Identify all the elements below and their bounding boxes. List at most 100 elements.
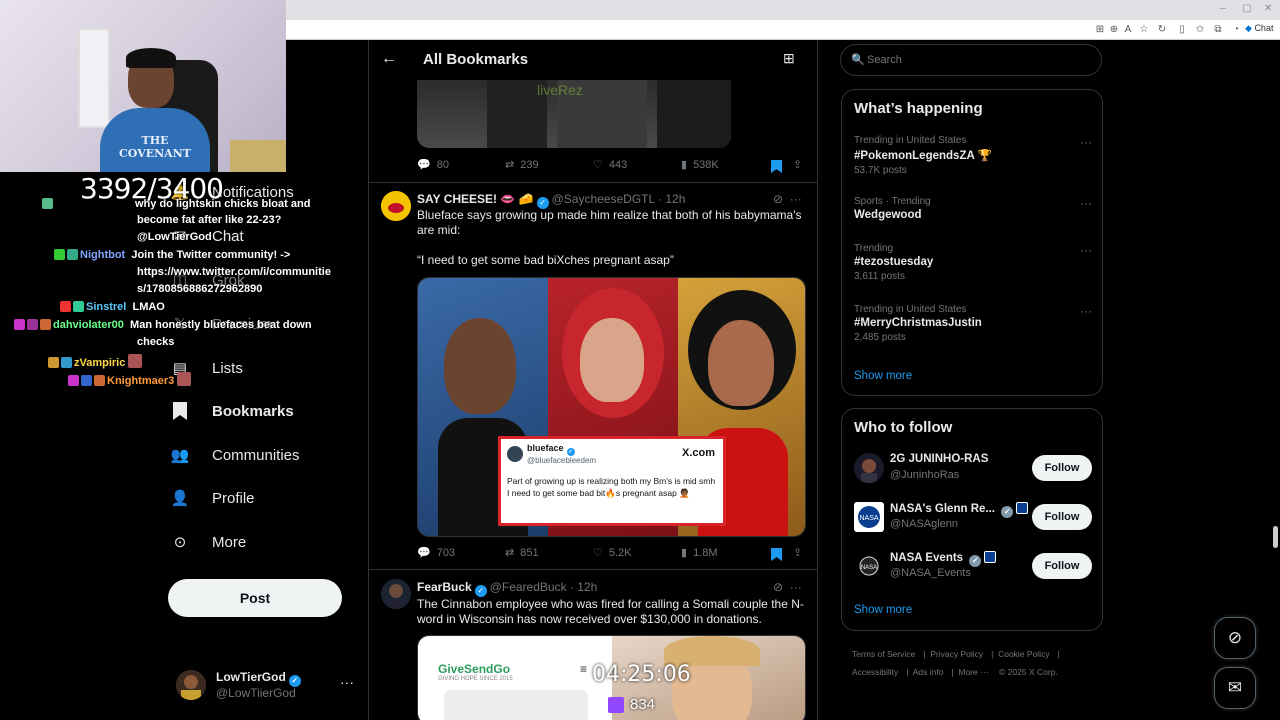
grok-icon[interactable]: ⊘	[773, 192, 783, 206]
heart-icon: ♡	[593, 547, 603, 559]
accessibility-link[interactable]: Accessibility	[852, 667, 898, 677]
nav-communities[interactable]: 👥 Communities	[168, 435, 300, 475]
emote	[177, 372, 192, 386]
chat-line: become fat after like 22-23?	[137, 214, 282, 226]
user-handle: @NASA_Events	[890, 567, 971, 579]
tweet-image[interactable]: liveRez	[417, 80, 731, 148]
nav-bookmarks[interactable]: Bookmarks	[168, 391, 294, 431]
more-options-icon[interactable]: ···	[1080, 135, 1092, 149]
nav-profile[interactable]: 👤 Profile	[168, 478, 255, 518]
back-arrow-icon[interactable]: ←	[381, 50, 397, 68]
tweet-author[interactable]: SAY CHEESE! 👄 🧀	[417, 192, 534, 206]
refresh-icon[interactable]: ↻	[1156, 24, 1168, 36]
privacy-link[interactable]: Privacy Policy	[930, 649, 983, 659]
copyright: © 2025 X Corp.	[999, 667, 1058, 677]
nav-more[interactable]: ⊙ More	[168, 522, 246, 562]
more-options-icon[interactable]: ···	[1080, 304, 1092, 318]
scrollbar[interactable]	[1272, 40, 1280, 720]
maximize-icon[interactable]: ▢	[1242, 4, 1252, 14]
share-icon[interactable]: ⇪	[793, 546, 802, 559]
repost-button[interactable]: ⇄ 239	[505, 158, 539, 172]
more-link[interactable]: More ···	[958, 667, 988, 677]
search-icon: 🔍	[851, 54, 865, 66]
tab-strip	[286, 0, 1280, 20]
tweet-tools: ⊘ ···	[773, 192, 802, 206]
bookmark-filled-icon[interactable]	[771, 160, 782, 173]
reader-icon[interactable]: A	[1122, 24, 1134, 36]
close-icon[interactable]: ✕	[1264, 4, 1274, 14]
minimize-icon[interactable]: –	[1220, 4, 1230, 14]
more-options-icon[interactable]: ···	[790, 580, 802, 594]
quote-text: Part of growing up is realizing both my …	[507, 476, 716, 498]
grok-icon[interactable]: ⊘	[773, 580, 783, 594]
show-more-link[interactable]: Show more	[854, 604, 912, 616]
tweet-avatar[interactable]	[381, 191, 411, 221]
favorite-star-icon[interactable]: ☆	[1138, 24, 1150, 36]
divider	[369, 569, 817, 570]
zoom-icon[interactable]: ⊕	[1108, 24, 1120, 36]
translate-icon[interactable]: ⊞	[1094, 24, 1106, 36]
search-input[interactable]: 🔍 Search	[840, 44, 1102, 76]
messages-icon[interactable]: ✉	[1214, 667, 1256, 709]
user-avatar: NASA	[854, 551, 884, 581]
chat-line: zVampiric	[48, 354, 144, 369]
cookie-link[interactable]: Cookie Policy	[998, 649, 1050, 659]
tweet-avatar[interactable]	[381, 579, 411, 609]
chat-badge	[60, 301, 71, 312]
webcam-overlay: THE COVENANT	[0, 0, 286, 172]
share-icon[interactable]: ⇪	[793, 158, 802, 171]
quote-avatar	[507, 446, 523, 462]
more-options-icon[interactable]: ···	[790, 192, 802, 206]
trend-item[interactable]: Sports · Trending Wedgewood ···	[854, 196, 1092, 221]
follow-button[interactable]: Follow	[1032, 455, 1092, 481]
grok-icon[interactable]: ⊘	[1214, 617, 1256, 659]
terms-link[interactable]: Terms of Service	[852, 649, 915, 659]
bookmark-filled-icon[interactable]	[771, 548, 782, 561]
tweet-text: “I need to get some bad biXches pregnant…	[417, 253, 674, 267]
menu-icon: ≡	[580, 662, 588, 676]
page-title: All Bookmarks	[423, 51, 529, 68]
like-button[interactable]: ♡ 443	[593, 158, 627, 172]
collections-icon[interactable]: ⧉	[1212, 24, 1224, 36]
add-folder-icon[interactable]: ⊞	[783, 50, 795, 67]
scrollbar-thumb[interactable]	[1273, 526, 1278, 548]
follow-button[interactable]: Follow	[1032, 553, 1092, 579]
tweet-author[interactable]: FearBuck	[417, 580, 472, 594]
more-options-icon[interactable]: ···	[1080, 243, 1092, 257]
follow-suggestion[interactable]: 2G JUNINHO-RAS @JuninhoRas Follow	[854, 453, 1094, 487]
views-button[interactable]: ▮ 1.8M	[681, 546, 718, 560]
views-button[interactable]: ▮ 538K	[681, 158, 719, 172]
verified-icon: ✓	[566, 448, 575, 456]
stream-timer: 04:25:06	[592, 662, 691, 687]
person-icon: 👤	[170, 490, 190, 507]
like-button[interactable]: ♡ 5.2K	[593, 546, 632, 560]
repost-button[interactable]: ⇄ 851	[505, 546, 539, 560]
more-options-icon[interactable]: ···	[1080, 196, 1092, 210]
split-icon[interactable]: ▯	[1176, 24, 1188, 36]
user-handle: @NASAglenn	[890, 518, 959, 530]
reply-button[interactable]: 💬 703	[417, 546, 455, 560]
tweet-handle: @FearedBuck · 12h	[489, 580, 598, 594]
bookmark-icon	[168, 399, 192, 423]
follow-button[interactable]: Follow	[1032, 504, 1092, 530]
ads-info-link[interactable]: Ads info	[913, 667, 944, 677]
profile-icon[interactable]: ◔	[1230, 24, 1242, 36]
account-switcher[interactable]: LowTierGod ✓ @LowTiierGod ···	[176, 668, 356, 704]
trend-item[interactable]: Trending in United States #PokemonLegends…	[854, 135, 1092, 176]
follow-suggestion[interactable]: NASA NASA Events ✓ @NASA_Events Follow	[854, 551, 1094, 585]
copilot-chat-button[interactable]: ◆ Chat	[1245, 23, 1273, 34]
follow-suggestion[interactable]: NASA NASA's Glenn Re... ✓ @NASAglenn Fol…	[854, 502, 1094, 536]
svg-text:NASA: NASA	[861, 565, 877, 571]
reply-button[interactable]: 💬 80	[417, 158, 449, 172]
heart-icon: ♡	[593, 159, 603, 171]
tweet-image[interactable]: blueface ✓ @bluefacebleedem X.com Part of …	[417, 277, 806, 537]
who-to-follow-panel: Who to follow 2G JUNINHO-RAS @JuninhoRas…	[841, 408, 1103, 631]
more-options-icon[interactable]: ···	[340, 674, 354, 690]
trend-item[interactable]: Trending #tezostuesday 3,611 posts ···	[854, 243, 1092, 282]
chat-badge	[40, 319, 51, 330]
show-more-link[interactable]: Show more	[854, 370, 912, 382]
trend-item[interactable]: Trending in United States #MerryChristmas…	[854, 304, 1092, 343]
mod-badge	[54, 249, 65, 260]
favorites-icon[interactable]: ✩	[1194, 24, 1206, 36]
post-button[interactable]: Post	[168, 579, 342, 617]
